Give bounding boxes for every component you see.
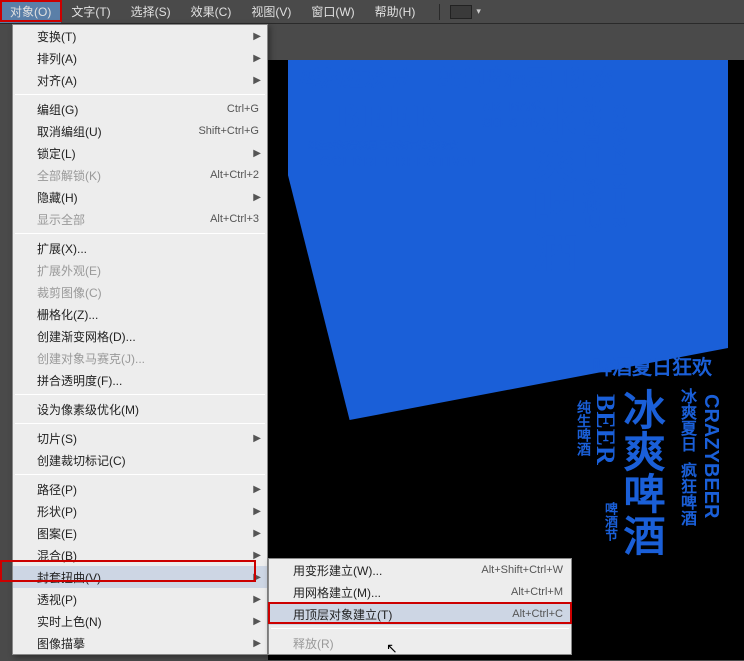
- text: 纯生啤酒清爽夏日啤酒节邀您畅饮: [308, 142, 458, 152]
- text: CRAZYBEER: [607, 104, 630, 228]
- cursor-icon: ↖: [386, 640, 398, 657]
- menu-unlock-all[interactable]: 全部解锁(K)Alt+Ctrl+2: [13, 164, 267, 186]
- submenu-arrow-icon: ▶: [253, 572, 261, 583]
- text: 啤酒狂欢节: [298, 68, 408, 90]
- submenu-arrow-icon: ▶: [253, 550, 261, 561]
- text: COLDBEERFESTIVAL: [320, 154, 481, 168]
- text: 啤酒节: [601, 502, 620, 541]
- dropdown-arrow-icon[interactable]: ▾: [476, 6, 481, 17]
- menu-ungroup[interactable]: 取消编组(U)Shift+Ctrl+G: [13, 120, 267, 142]
- menu-show-all[interactable]: 显示全部Alt+Ctrl+3: [13, 208, 267, 230]
- menubar: 对象(O) 文字(T) 选择(S) 效果(C) 视图(V) 窗口(W) 帮助(H…: [0, 0, 744, 24]
- menu-perspective[interactable]: 透视(P)▶: [13, 588, 267, 610]
- menu-expand[interactable]: 扩展(X)...: [13, 237, 267, 259]
- menu-flatten[interactable]: 拼合透明度(F)...: [13, 369, 267, 391]
- menu-type[interactable]: 文字(T): [61, 0, 120, 23]
- menu-transform[interactable]: 变换(T)▶: [13, 25, 267, 47]
- menu-view[interactable]: 视图(V): [241, 0, 301, 23]
- toolbar-swatch[interactable]: [450, 5, 472, 19]
- menu-rasterize[interactable]: 栅格化(Z)...: [13, 303, 267, 325]
- separator: [271, 628, 569, 629]
- menu-envelope-distort[interactable]: 封套扭曲(V)▶: [13, 566, 267, 588]
- text: 疯狂啤酒: [674, 462, 698, 526]
- text: CRAZYBEER: [699, 394, 722, 518]
- submenu-arrow-icon: ▶: [253, 484, 261, 495]
- text: BEER: [336, 98, 442, 134]
- text: 纯生啤酒: [574, 400, 594, 456]
- menu-make-with-warp[interactable]: 用变形建立(W)...Alt+Shift+Ctrl+W: [269, 559, 571, 581]
- menu-align[interactable]: 对齐(A)▶: [13, 69, 267, 91]
- submenu-arrow-icon: ▶: [253, 75, 261, 86]
- submenu-arrow-icon: ▶: [253, 616, 261, 627]
- separator: [15, 94, 265, 95]
- object-menu: 变换(T)▶ 排列(A)▶ 对齐(A)▶ 编组(G)Ctrl+G 取消编组(U)…: [12, 24, 268, 655]
- menu-gradient-mesh[interactable]: 创建渐变网格(D)...: [13, 325, 267, 347]
- menu-blend[interactable]: 混合(B)▶: [13, 544, 267, 566]
- menu-expand-appearance[interactable]: 扩展外观(E): [13, 259, 267, 281]
- submenu-arrow-icon: ▶: [253, 192, 261, 203]
- menu-hide[interactable]: 隐藏(H)▶: [13, 186, 267, 208]
- menu-slice[interactable]: 切片(S)▶: [13, 427, 267, 449]
- menu-group[interactable]: 编组(G)Ctrl+G: [13, 98, 267, 120]
- submenu-arrow-icon: ▶: [253, 53, 261, 64]
- text: 冰爽夏日: [674, 388, 698, 452]
- submenu-arrow-icon: ▶: [253, 31, 261, 42]
- text: 冰爽啤酒: [518, 96, 582, 272]
- separator: [15, 423, 265, 424]
- text: 冰爽啤酒: [611, 388, 672, 556]
- text: BEER: [590, 394, 620, 465]
- menu-window[interactable]: 窗口(W): [301, 0, 364, 23]
- text: 纯色啤酒夏日狂欢: [438, 68, 614, 90]
- menu-trim-marks[interactable]: 创建裁切标记(C): [13, 449, 267, 471]
- menu-mosaic[interactable]: 创建对象马赛克(J)...: [13, 347, 267, 369]
- menu-crop[interactable]: 裁剪图像(C): [13, 281, 267, 303]
- menu-arrange[interactable]: 排列(A)▶: [13, 47, 267, 69]
- menu-pattern[interactable]: 图案(E)▶: [13, 522, 267, 544]
- menu-path[interactable]: 路径(P)▶: [13, 478, 267, 500]
- menu-select[interactable]: 选择(S): [121, 0, 181, 23]
- menu-object[interactable]: 对象(O): [0, 0, 61, 23]
- submenu-arrow-icon: ▶: [253, 528, 261, 539]
- menu-help[interactable]: 帮助(H): [365, 0, 426, 23]
- menu-lock[interactable]: 锁定(L)▶: [13, 142, 267, 164]
- submenu-arrow-icon: ▶: [253, 433, 261, 444]
- envelope-submenu: 用变形建立(W)...Alt+Shift+Ctrl+W 用网格建立(M)...A…: [268, 558, 572, 655]
- submenu-arrow-icon: ▶: [253, 148, 261, 159]
- submenu-arrow-icon: ▶: [253, 506, 261, 517]
- menu-image-trace[interactable]: 图像描摹▶: [13, 632, 267, 654]
- separator: [15, 474, 265, 475]
- menu-shape[interactable]: 形状(P)▶: [13, 500, 267, 522]
- menu-make-with-mesh[interactable]: 用网格建立(M)...Alt+Ctrl+M: [269, 581, 571, 603]
- separator: [15, 394, 265, 395]
- submenu-arrow-icon: ▶: [253, 638, 261, 649]
- menu-release[interactable]: 释放(R): [269, 632, 571, 654]
- separator: [15, 233, 265, 234]
- menu-pixel-perfect[interactable]: 设为像素级优化(M): [13, 398, 267, 420]
- menu-make-with-top[interactable]: 用顶层对象建立(T)Alt+Ctrl+C: [269, 603, 571, 625]
- submenu-arrow-icon: ▶: [253, 594, 261, 605]
- text: 啤酒夏日狂欢: [592, 358, 712, 378]
- menu-live-paint[interactable]: 实时上色(N)▶: [13, 610, 267, 632]
- menu-effect[interactable]: 效果(C): [181, 0, 242, 23]
